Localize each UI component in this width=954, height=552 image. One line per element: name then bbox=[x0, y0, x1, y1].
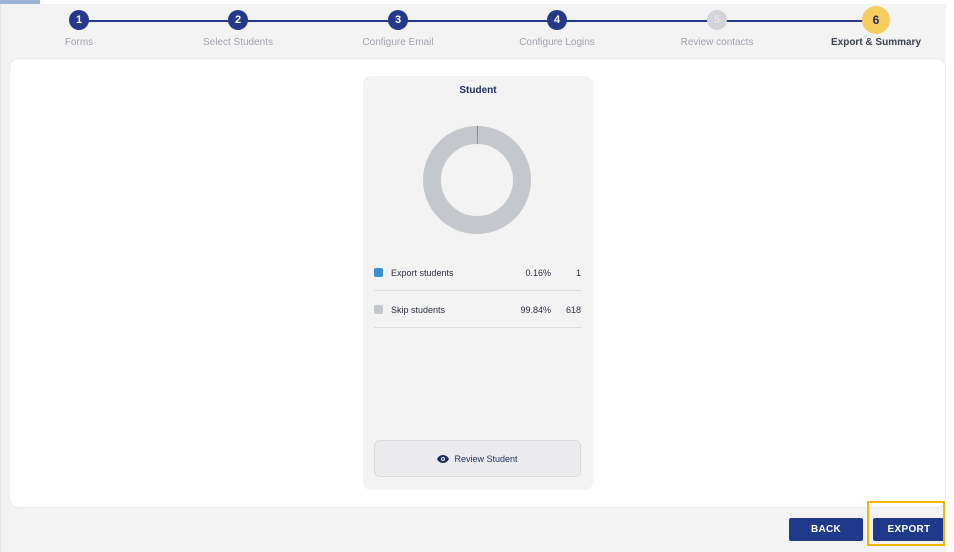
legend-row-export: Export students 0.16% 1 bbox=[374, 255, 581, 291]
step-label: Review contacts bbox=[680, 37, 754, 48]
step-number: 2 bbox=[228, 10, 248, 30]
step-number: 6 bbox=[862, 6, 890, 34]
legend-row-skip: Skip students 99.84% 618 bbox=[374, 292, 581, 328]
step-configure-logins[interactable]: 4 Configure Logins bbox=[477, 4, 637, 48]
wizard-stepper: 1 Forms 2 Select Students 3 Configure Em… bbox=[1, 4, 947, 58]
legend-percent: 99.84% bbox=[520, 304, 551, 315]
export-wizard: 1 Forms 2 Select Students 3 Configure Em… bbox=[0, 4, 946, 552]
step-forms[interactable]: 1 Forms bbox=[0, 4, 159, 48]
eye-icon bbox=[437, 454, 450, 463]
student-donut-chart bbox=[423, 126, 531, 234]
step-label: Export & Summary bbox=[830, 37, 922, 48]
legend-swatch bbox=[374, 268, 383, 277]
donut-slice-skip bbox=[423, 126, 531, 234]
step-select-students[interactable]: 2 Select Students bbox=[158, 4, 318, 48]
step-configure-email[interactable]: 3 Configure Email bbox=[318, 4, 478, 48]
step-label: Configure Logins bbox=[519, 37, 595, 48]
legend-label: Export students bbox=[391, 267, 454, 278]
step-review-contacts: 5 Review contacts bbox=[637, 4, 797, 48]
review-student-button[interactable]: Review Student bbox=[374, 440, 581, 477]
legend-count: 1 bbox=[575, 267, 581, 278]
step-label: Configure Email bbox=[362, 37, 434, 48]
step-number: 3 bbox=[388, 10, 408, 30]
legend-swatch bbox=[374, 305, 383, 314]
student-summary-card: Student Export students 0.16% 1 Skip stu… bbox=[363, 76, 593, 490]
card-title: Student bbox=[459, 85, 497, 96]
step-label: Forms bbox=[64, 37, 94, 48]
legend-count: 618 bbox=[565, 304, 581, 315]
step-number: 1 bbox=[69, 10, 89, 30]
summary-panel: Student Export students 0.16% 1 Skip stu… bbox=[9, 58, 946, 508]
export-button[interactable]: EXPORT bbox=[873, 518, 945, 541]
back-button[interactable]: BACK bbox=[789, 518, 863, 541]
step-number: 5 bbox=[707, 10, 727, 30]
step-label: Select Students bbox=[202, 37, 274, 48]
step-number: 4 bbox=[547, 10, 567, 30]
legend-label: Skip students bbox=[391, 304, 446, 315]
step-export-summary[interactable]: 6 Export & Summary bbox=[796, 4, 954, 48]
review-student-label: Review Student bbox=[454, 453, 518, 464]
legend-percent: 0.16% bbox=[525, 267, 551, 278]
